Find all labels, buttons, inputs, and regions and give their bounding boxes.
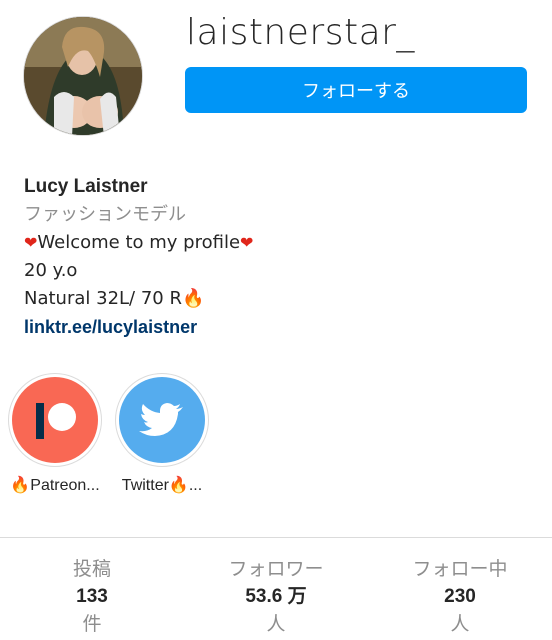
bio-line-age: 20 y.o [24, 260, 78, 281]
stats-bar: 投稿 133 件 フォロワー 53.6 万 人 フォロー中 230 人 [0, 555, 552, 637]
patreon-icon [12, 377, 98, 463]
highlight-ring [115, 373, 209, 467]
fire-icon: 🔥 [181, 288, 205, 309]
stat-posts[interactable]: 投稿 133 件 [0, 555, 184, 637]
display-name: Lucy Laistner [24, 176, 148, 197]
stat-following-unit: 人 [450, 613, 470, 635]
stat-followers-label: フォロワー [228, 558, 324, 580]
fire-icon: 🔥 [168, 477, 189, 494]
category-label: ファッションモデル [24, 204, 186, 225]
bio-link[interactable]: linktr.ee/lucylaistner [24, 313, 524, 341]
highlight-label-text: Twitter [121, 477, 169, 494]
stat-following[interactable]: フォロー中 230 人 [368, 555, 552, 637]
bio-line-welcome: ❤Welcome to my profile❤ [24, 229, 524, 257]
bio-welcome-text: Welcome to my profile [37, 232, 241, 253]
ellipsis: ... [188, 477, 203, 494]
bio-measurements-text: Natural 32L/ 70 R [24, 288, 182, 309]
red-heart-icon: ❤ [24, 233, 38, 252]
fire-icon: 🔥 [10, 477, 31, 494]
stat-following-label: フォロー中 [412, 558, 508, 580]
stat-followers-unit: 人 [266, 613, 286, 635]
highlight-label-text: Patreon... [30, 477, 100, 494]
bio-line-measurements: Natural 32L/ 70 R🔥 [24, 285, 524, 313]
stat-following-value: 230 [444, 586, 476, 607]
stat-followers-value: 53.6 万 [245, 586, 307, 607]
red-heart-icon: ❤ [240, 233, 254, 252]
twitter-bird-icon [119, 377, 205, 463]
stat-posts-unit: 件 [82, 613, 102, 635]
highlight-ring [8, 373, 102, 467]
stats-divider [0, 537, 552, 538]
highlight-twitter[interactable]: Twitter🔥... [115, 373, 209, 495]
stat-posts-value: 133 [76, 586, 108, 607]
avatar[interactable] [23, 16, 143, 136]
stat-posts-label: 投稿 [72, 558, 111, 580]
highlight-patreon[interactable]: 🔥Patreon... [8, 373, 102, 495]
bio: Lucy Laistner ファッションモデル ❤Welcome to my p… [24, 173, 524, 341]
username: laistnerstar_ [186, 12, 415, 53]
highlight-label: 🔥Patreon... [8, 475, 102, 495]
follow-button[interactable]: フォローする [185, 67, 527, 113]
avatar-photo [24, 17, 142, 135]
stat-followers[interactable]: フォロワー 53.6 万 人 [184, 555, 368, 637]
highlight-label: Twitter🔥... [115, 475, 209, 495]
